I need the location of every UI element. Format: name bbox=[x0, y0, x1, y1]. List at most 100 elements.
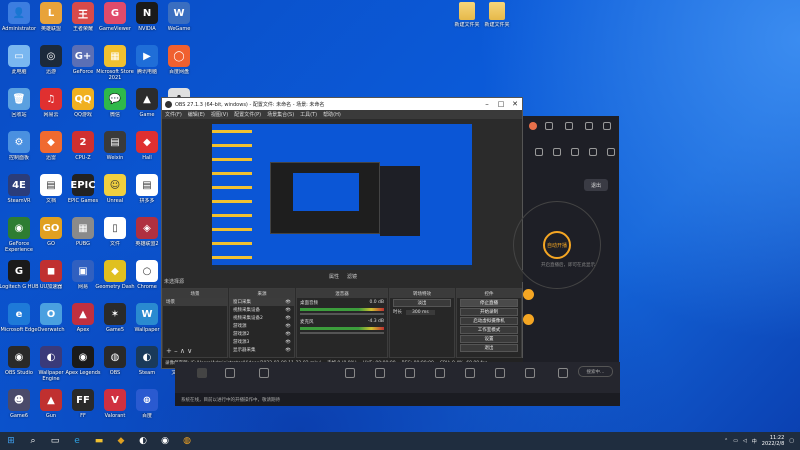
menu-item[interactable]: 编辑(E) bbox=[188, 111, 205, 118]
input-language[interactable]: 中 bbox=[752, 438, 757, 445]
eye-icon[interactable]: 👁 bbox=[285, 316, 291, 321]
tool-icon[interactable] bbox=[345, 368, 355, 378]
tool-icon[interactable] bbox=[435, 368, 445, 378]
tool-icon[interactable] bbox=[375, 368, 385, 378]
eye-icon[interactable]: 👁 bbox=[285, 308, 291, 313]
obs-titlebar[interactable]: OBS 27.1.3 (64-bit, windows) - 配置文件: 未命名… bbox=[162, 98, 522, 110]
desktop-icon[interactable]: ◯ 百度网盘 bbox=[160, 45, 198, 87]
volume-icon[interactable]: ◁ bbox=[743, 438, 747, 444]
menu-item[interactable]: 配置文件(P) bbox=[234, 111, 261, 118]
control-button[interactable]: 设置 bbox=[460, 335, 518, 343]
grid-icon[interactable] bbox=[553, 148, 561, 156]
edge-icon[interactable]: e bbox=[70, 434, 84, 448]
transition-select[interactable]: 淡出 bbox=[393, 299, 451, 307]
properties-button[interactable]: 属性 bbox=[329, 273, 339, 280]
start-icon[interactable]: ⊞ bbox=[4, 434, 18, 448]
avatar[interactable] bbox=[529, 122, 537, 130]
close-icon[interactable]: ✕ bbox=[508, 100, 522, 108]
live-app-icon[interactable]: ◍ bbox=[180, 434, 194, 448]
tool-icon[interactable] bbox=[558, 368, 568, 378]
chevron-down-icon[interactable] bbox=[603, 122, 611, 130]
start-live-button[interactable]: 自动开播 bbox=[543, 231, 571, 259]
source-item[interactable]: 显示器采集 👁 bbox=[230, 346, 294, 354]
obs-logo-icon bbox=[165, 100, 172, 108]
add-scene-icon[interactable] bbox=[197, 368, 207, 378]
app-icon: ◯ bbox=[168, 45, 190, 67]
menu-item[interactable]: 文件(F) bbox=[165, 111, 182, 118]
eye-icon[interactable]: 👁 bbox=[285, 348, 291, 353]
download-icon[interactable] bbox=[225, 368, 235, 378]
game-icon[interactable]: ◆ bbox=[114, 434, 128, 448]
clock[interactable]: 11:22 2022/2/8 bbox=[762, 435, 784, 447]
crown-icon[interactable] bbox=[565, 122, 573, 130]
tool-icon[interactable] bbox=[465, 368, 475, 378]
volume-meter bbox=[300, 327, 384, 330]
bell-icon[interactable] bbox=[589, 148, 597, 156]
eye-icon[interactable]: 👁 bbox=[285, 300, 291, 305]
network-icon[interactable] bbox=[259, 368, 269, 378]
app-icon: ◉ bbox=[8, 346, 30, 368]
control-button[interactable]: 启动虚拟摄像机 bbox=[460, 317, 518, 325]
obs-title-text: OBS 27.1.3 (64-bit, windows) - 配置文件: 未命名… bbox=[175, 101, 325, 108]
shield-icon[interactable] bbox=[585, 122, 593, 130]
scene-item[interactable]: 场景 bbox=[163, 298, 227, 306]
source-item[interactable]: 游戏源3 👁 bbox=[230, 338, 294, 346]
obs-preview[interactable] bbox=[212, 124, 472, 270]
network-icon[interactable]: ▭ bbox=[733, 438, 738, 444]
source-label: 视频采集设备 bbox=[233, 308, 260, 313]
menu-item[interactable]: 帮助(H) bbox=[323, 111, 341, 118]
source-item[interactable]: 窗口采集 👁 bbox=[230, 298, 294, 306]
notification-icon[interactable]: ▢ bbox=[789, 438, 794, 444]
filters-button[interactable]: 滤镜 bbox=[347, 273, 357, 280]
tool-icon[interactable] bbox=[525, 368, 535, 378]
source-item[interactable]: 视频采集设备 👁 bbox=[230, 306, 294, 314]
logout-button[interactable]: 退出 bbox=[584, 179, 608, 191]
maximize-icon[interactable]: □ bbox=[494, 100, 508, 108]
side-button[interactable] bbox=[523, 289, 534, 300]
control-button[interactable]: 停止直播 bbox=[460, 299, 518, 307]
control-button[interactable]: 工作室模式 bbox=[460, 326, 518, 334]
search-input[interactable]: 搜索中… bbox=[578, 366, 613, 377]
volume-slider[interactable] bbox=[300, 313, 384, 315]
app-icon: 👤 bbox=[8, 2, 30, 24]
source-item[interactable]: 游戏源2 👁 bbox=[230, 330, 294, 338]
side-button[interactable] bbox=[523, 314, 534, 325]
desktop-folder[interactable]: 新建文件夹 bbox=[478, 2, 516, 44]
control-button[interactable]: 开始录制 bbox=[460, 308, 518, 316]
duration-input[interactable]: 300 ms bbox=[406, 309, 435, 315]
app-icon: ◎ bbox=[40, 45, 62, 67]
desktop-icon-label: 百度 bbox=[141, 413, 152, 419]
source-item[interactable]: 游戏源 👁 bbox=[230, 322, 294, 330]
eye-icon[interactable]: 👁 bbox=[285, 324, 291, 329]
desktop-icon[interactable]: W WeGame bbox=[160, 2, 198, 44]
desktop-icon[interactable]: ⊕ 百度 bbox=[128, 389, 166, 431]
obs-icon[interactable]: ◉ bbox=[158, 434, 172, 448]
notice-bar: 系统在线，目前以进行中的开播操作中，敬请期待 bbox=[175, 393, 620, 406]
mixer-header: 混音器 bbox=[297, 289, 387, 298]
scene-add-remove-icon[interactable]: + – ∧ ∨ bbox=[166, 347, 192, 355]
chevron-up-icon[interactable]: ⌃ bbox=[724, 438, 728, 444]
minimize-icon[interactable]: – bbox=[480, 100, 494, 108]
eye-icon[interactable]: 👁 bbox=[285, 332, 291, 337]
settings-icon[interactable] bbox=[607, 148, 615, 156]
volume-slider[interactable] bbox=[300, 332, 384, 334]
task-view-icon[interactable]: ▭ bbox=[48, 434, 62, 448]
duration-row: 时长 300 ms bbox=[390, 308, 454, 316]
obs-window[interactable]: OBS 27.1.3 (64-bit, windows) - 配置文件: 未命名… bbox=[161, 97, 524, 369]
menu-item[interactable]: 视图(V) bbox=[211, 111, 228, 118]
steam-icon[interactable]: ◐ bbox=[136, 434, 150, 448]
control-button[interactable]: 退出 bbox=[460, 344, 518, 352]
gift-icon[interactable] bbox=[535, 148, 543, 156]
eye-icon[interactable]: 👁 bbox=[285, 340, 291, 345]
source-item[interactable]: 视频采集设备2 👁 bbox=[230, 314, 294, 322]
search-icon[interactable]: ⌕ bbox=[26, 434, 40, 448]
tool-icon[interactable] bbox=[405, 368, 415, 378]
clock-date: 2022/2/8 bbox=[761, 441, 785, 447]
file-explorer-icon[interactable]: ▬ bbox=[92, 434, 106, 448]
shirt-icon[interactable] bbox=[545, 122, 553, 130]
share-icon[interactable] bbox=[571, 148, 579, 156]
source-label: 游戏源 bbox=[233, 324, 247, 329]
tool-icon[interactable] bbox=[495, 368, 505, 378]
menu-item[interactable]: 场景集合(S) bbox=[267, 111, 294, 118]
menu-item[interactable]: 工具(T) bbox=[300, 111, 317, 118]
